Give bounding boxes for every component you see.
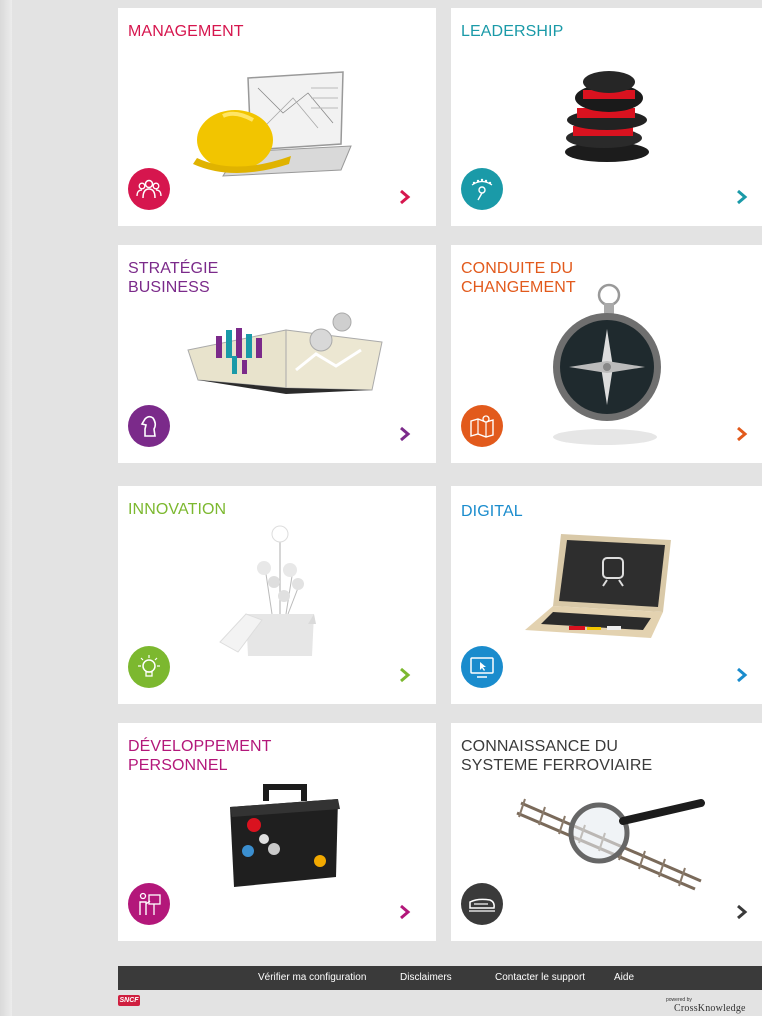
box-lightbulbs-illustration (219, 525, 316, 656)
team-icon (136, 179, 162, 199)
footer-link-verifier-configuration[interactable]: Vérifier ma configuration (258, 972, 366, 983)
chess-knight-icon (140, 415, 157, 437)
chevron-right-icon[interactable] (733, 188, 751, 206)
presenter-icon-badge (128, 883, 170, 925)
tile-title: CONNAISSANCE DU SYSTEME FERROVIAIRE (461, 738, 653, 774)
tile-developpement-personnel[interactable]: DÉVELOPPEMENT PERSONNEL (118, 723, 436, 941)
chess-knight-icon-badge (128, 405, 170, 447)
footer-link-contacter-support[interactable]: Contacter le support (495, 972, 585, 983)
train-icon (469, 898, 495, 912)
tile-strategie-business[interactable]: STRATÉGIE BUSINESS (118, 245, 436, 463)
map-icon-badge (461, 405, 503, 447)
chevron-right-icon[interactable] (396, 903, 414, 921)
tile-conduite-changement[interactable]: CONDUITE DU CHANGEMENT (451, 245, 762, 463)
tile-innovation[interactable]: INNOVATION (118, 486, 436, 704)
leader-icon-badge (461, 168, 503, 210)
screen-icon (470, 657, 494, 678)
leader-icon (471, 178, 493, 201)
tile-leadership[interactable]: LEADERSHIP (451, 8, 762, 226)
chevron-right-icon[interactable] (396, 188, 414, 206)
tile-title: LEADERSHIP (461, 23, 564, 40)
lightbulb-icon-badge (128, 646, 170, 688)
chevron-right-icon[interactable] (733, 425, 751, 443)
lightbulb-icon (138, 655, 160, 677)
footer-link-aide[interactable]: Aide (614, 972, 634, 983)
tile-management[interactable]: MANAGEMENT (118, 8, 436, 226)
magnifier-rail-illustration (516, 798, 705, 891)
sncf-logo: SNCF (118, 995, 140, 1006)
footer-bar: Vérifier ma configuration Disclaimers Co… (118, 966, 762, 990)
tile-digital[interactable]: DIGITAL (451, 486, 762, 704)
compass-illustration (553, 283, 661, 445)
footer-link-disclaimers[interactable]: Disclaimers (400, 972, 452, 983)
chalkboard-laptop-illustration (525, 534, 671, 638)
course-grid: MANAGEMENT LEADERSHIP STRATÉGIE BUSINESS… (0, 0, 762, 960)
briefcase-illustration (230, 784, 340, 887)
book-chart-illustration (187, 312, 383, 394)
team-icon-badge (128, 168, 170, 210)
tile-title: DIGITAL (461, 503, 523, 520)
tile-title: MANAGEMENT (128, 23, 244, 40)
crossknowledge-logo: powered by CrossKnowledge (662, 997, 760, 1015)
tile-connaissance-systeme-ferroviaire[interactable]: CONNAISSANCE DU SYSTEME FERROVIAIRE (451, 723, 762, 941)
chevron-right-icon[interactable] (733, 666, 751, 684)
tile-title: INNOVATION (128, 501, 227, 518)
crossknowledge-label: CrossKnowledge (674, 1003, 746, 1014)
train-icon-badge (461, 883, 503, 925)
caps-stack-illustration (565, 71, 649, 162)
tile-title: DÉVELOPPEMENT PERSONNEL (128, 738, 272, 774)
hardhat-laptop-illustration (193, 71, 352, 177)
tile-title: STRATÉGIE BUSINESS (128, 260, 219, 296)
chevron-right-icon[interactable] (396, 425, 414, 443)
map-icon (470, 415, 494, 438)
presenter-icon (139, 892, 161, 915)
chevron-right-icon[interactable] (733, 903, 751, 921)
chevron-right-icon[interactable] (396, 666, 414, 684)
screen-icon-badge (461, 646, 503, 688)
